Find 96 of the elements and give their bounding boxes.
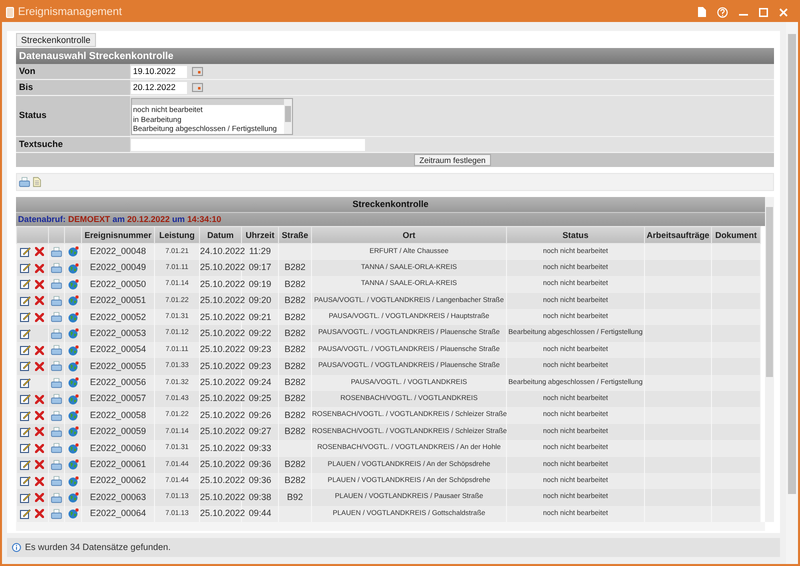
printer-icon[interactable]	[51, 443, 62, 454]
globe-icon[interactable]	[68, 295, 78, 306]
delete-icon[interactable]	[35, 280, 44, 289]
globe-icon[interactable]	[68, 246, 78, 258]
close-icon[interactable]	[779, 8, 788, 16]
globe-icon[interactable]	[68, 476, 78, 487]
edit-icon[interactable]	[20, 410, 31, 421]
printer-icon[interactable]	[51, 410, 62, 421]
calendar-icon[interactable]	[192, 83, 203, 92]
printer-icon[interactable]	[51, 345, 62, 356]
window-title: Ereignismanagement	[18, 4, 122, 20]
globe-icon[interactable]	[68, 262, 78, 274]
delete-icon[interactable]	[35, 493, 44, 502]
book-icon	[6, 6, 14, 18]
printer-icon[interactable]	[51, 378, 62, 388]
section-title: Datenauswahl Streckenkontrolle	[19, 50, 174, 64]
globe-icon[interactable]	[68, 492, 78, 504]
delete-icon[interactable]	[35, 444, 44, 453]
help-icon[interactable]	[717, 6, 728, 18]
delete-icon[interactable]	[35, 509, 44, 518]
edit-icon[interactable]	[20, 378, 31, 388]
document-icon[interactable]	[33, 177, 41, 187]
column-header[interactable]: Ort	[312, 226, 506, 244]
printer-icon[interactable]	[51, 279, 62, 290]
delete-icon[interactable]	[35, 247, 44, 256]
globe-icon[interactable]	[68, 377, 78, 388]
printer-icon[interactable]	[51, 476, 62, 486]
tab[interactable]: Streckenkontrolle	[16, 33, 96, 47]
field-label: Status	[19, 109, 47, 122]
field-label: Bis	[19, 80, 34, 94]
edit-icon[interactable]	[20, 508, 31, 519]
table-title: Streckenkontrolle	[352, 198, 429, 211]
data-fetch-info: Datenabruf: DEMOEXT am 20.12.2022 um 14:34:10	[18, 213, 222, 226]
delete-icon[interactable]	[35, 346, 44, 355]
edit-icon[interactable]	[20, 328, 31, 339]
printer-icon[interactable]	[51, 492, 62, 503]
column-header[interactable]: Ereignisnummer	[82, 226, 154, 244]
edit-icon[interactable]	[20, 394, 31, 404]
column-header[interactable]: Status	[506, 226, 644, 244]
date-field[interactable]: 19.10.2022	[131, 66, 187, 78]
globe-icon[interactable]	[68, 344, 78, 356]
field-label: Textsuche	[19, 138, 63, 151]
document-icon[interactable]	[698, 7, 706, 17]
globe-icon[interactable]	[68, 312, 78, 323]
printer-icon[interactable]	[51, 460, 62, 470]
date-field[interactable]: 20.12.2022	[131, 82, 187, 94]
delete-icon[interactable]	[35, 427, 44, 436]
edit-icon[interactable]	[20, 426, 31, 437]
globe-icon[interactable]	[68, 394, 78, 405]
globe-icon[interactable]	[68, 328, 78, 340]
printer-icon[interactable]	[19, 177, 30, 187]
edit-icon[interactable]	[20, 263, 31, 274]
delete-icon[interactable]	[35, 312, 44, 322]
edit-icon[interactable]	[20, 345, 31, 356]
printer-icon[interactable]	[51, 394, 62, 404]
edit-icon[interactable]	[20, 443, 31, 454]
printer-icon[interactable]	[51, 312, 62, 322]
delete-icon[interactable]	[35, 411, 44, 420]
globe-icon[interactable]	[68, 426, 78, 438]
scrollbar[interactable]	[284, 98, 292, 134]
scrollbar[interactable]	[786, 22, 798, 564]
info-icon	[12, 543, 21, 552]
delete-icon[interactable]	[35, 394, 44, 404]
edit-icon[interactable]	[20, 361, 31, 372]
globe-icon[interactable]	[68, 442, 78, 454]
printer-icon[interactable]	[51, 263, 62, 274]
delete-icon[interactable]	[35, 362, 44, 371]
globe-icon[interactable]	[68, 508, 78, 520]
printer-icon[interactable]	[51, 426, 62, 437]
printer-icon[interactable]	[51, 508, 62, 519]
edit-icon[interactable]	[20, 279, 31, 290]
status-message: Es wurden 34 Datensätze gefunden.	[25, 540, 171, 554]
globe-icon[interactable]	[68, 360, 78, 372]
delete-icon[interactable]	[35, 476, 44, 486]
edit-icon[interactable]	[20, 296, 31, 306]
printer-icon[interactable]	[51, 328, 62, 339]
printer-icon[interactable]	[51, 296, 62, 306]
field-label: Von	[19, 64, 36, 78]
edit-icon[interactable]	[20, 492, 31, 503]
submit-button[interactable]: Zeitraum festlegen	[414, 154, 491, 166]
delete-icon[interactable]	[35, 264, 44, 273]
scrollbar[interactable]	[765, 197, 774, 522]
delete-icon[interactable]	[35, 460, 44, 470]
globe-icon[interactable]	[68, 278, 78, 290]
calendar-icon[interactable]	[192, 67, 203, 76]
globe-icon[interactable]	[68, 459, 78, 470]
delete-icon[interactable]	[35, 296, 44, 306]
edit-icon[interactable]	[20, 312, 31, 322]
edit-icon[interactable]	[20, 476, 31, 486]
maximize-icon[interactable]	[759, 8, 768, 16]
printer-icon[interactable]	[51, 361, 62, 372]
edit-icon[interactable]	[20, 460, 31, 470]
printer-icon[interactable]	[51, 246, 62, 257]
globe-icon[interactable]	[68, 410, 78, 422]
edit-icon[interactable]	[20, 246, 31, 257]
search-field[interactable]	[131, 138, 365, 150]
